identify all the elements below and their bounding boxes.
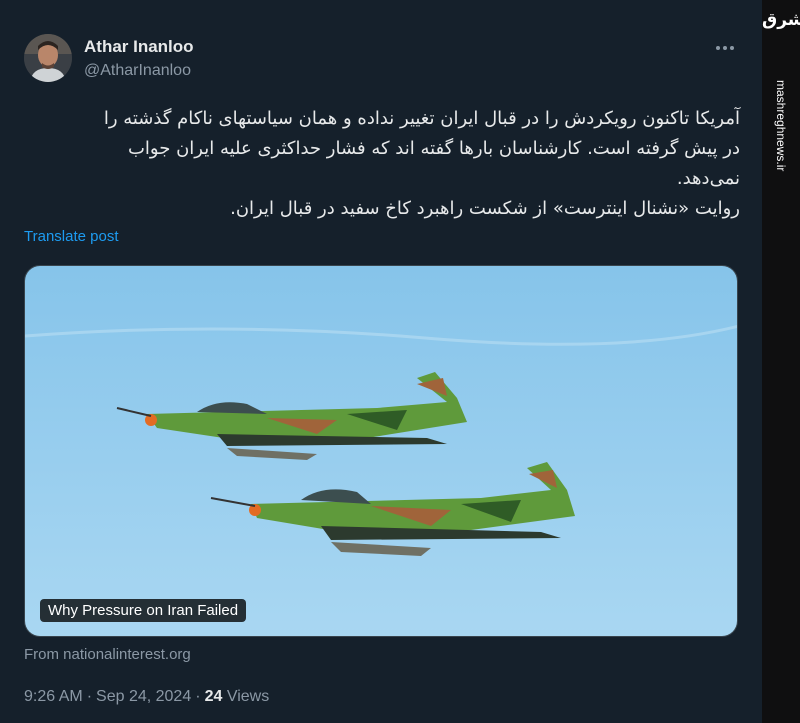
tweet-line: آمریکا تاکنون رویکردش را در قبال ایران ت…	[103, 108, 740, 129]
more-options-icon[interactable]	[716, 44, 740, 52]
card-source[interactable]: From nationalinterest.org	[24, 646, 191, 663]
tweet-meta: 9:26 AM · Sep 24, 2024 · 24 Views	[24, 688, 269, 706]
author-name[interactable]: Athar Inanloo	[84, 37, 194, 57]
watermark-strip: مشرق mashreghnews.ir	[762, 0, 800, 723]
watermark-url: mashreghnews.ir	[774, 80, 788, 172]
translate-post-link[interactable]: Translate post	[24, 228, 119, 245]
tweet-line: در پیش گرفته است. کارشناسان بارها گفته ا…	[127, 138, 740, 159]
avatar[interactable]	[24, 34, 72, 82]
separator: ·	[195, 688, 201, 705]
tweet-line: روایت «نشنال اینترست» از شکست راهبرد کاخ…	[230, 198, 740, 219]
card-image	[25, 266, 737, 636]
tweet: Athar Inanloo @AtharInanloo آمریکا تاکنو…	[0, 0, 760, 723]
card-title: Why Pressure on Iran Failed	[40, 599, 247, 622]
link-card[interactable]: Why Pressure on Iran Failed	[24, 265, 738, 637]
tweet-line: نمی‌دهد.	[676, 168, 740, 189]
watermark-logo: مشرق	[762, 10, 800, 30]
avatar-image	[24, 34, 72, 82]
author-handle[interactable]: @AtharInanloo	[84, 62, 191, 80]
tweet-date[interactable]: Sep 24, 2024	[96, 688, 191, 705]
views-count: 24	[204, 688, 223, 705]
tweet-time[interactable]: 9:26 AM	[24, 688, 83, 705]
tweet-text: آمریکا تاکنون رویکردش را در قبال ایران ت…	[20, 104, 740, 224]
separator: ·	[86, 688, 93, 705]
views-label: Views	[226, 688, 270, 705]
